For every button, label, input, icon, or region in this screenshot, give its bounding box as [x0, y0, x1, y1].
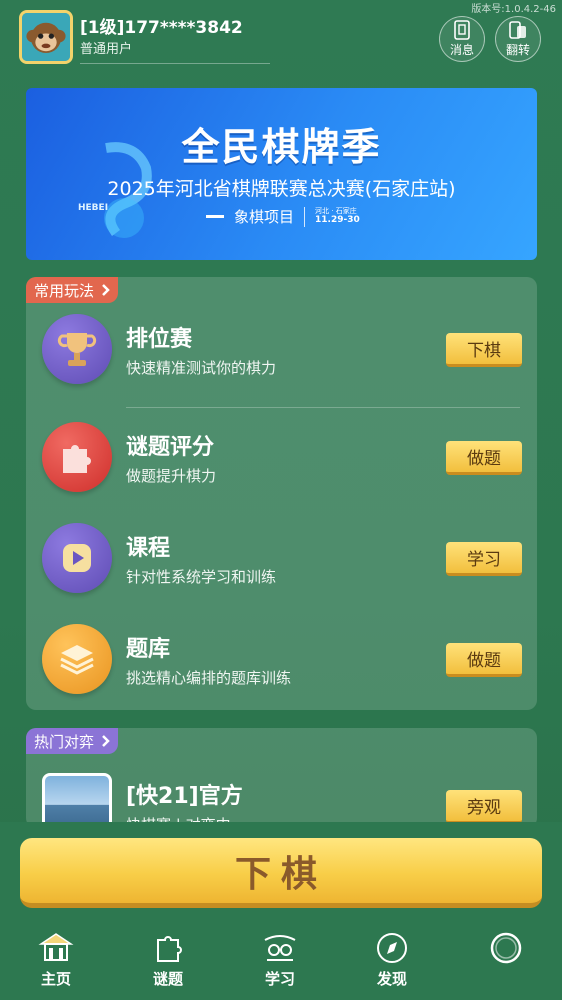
flip-label: 翻转	[505, 43, 530, 57]
play-glyph	[63, 544, 91, 572]
promo-banner[interactable]: HEBEI 全民棋牌季 2025年河北省棋牌联赛总决赛(石家庄站) 象棋项目 河…	[26, 88, 537, 260]
banner-tag-name: 象棋项目	[234, 208, 295, 226]
hot-game-title: [快21]官方	[126, 784, 243, 809]
banner-location: 河北 · 石家庄	[315, 206, 357, 215]
tab-study-label: 学习	[264, 970, 295, 988]
mode-title: 排位赛	[126, 327, 193, 352]
tab-home[interactable]: 主页	[21, 930, 91, 998]
common-modes-label: 常用玩法	[34, 281, 95, 300]
mode-row-course[interactable]: 课程 针对性系统学习和训练 学习	[26, 508, 537, 608]
mode-title: 谜题评分	[126, 435, 215, 460]
layers-glyph	[60, 645, 94, 675]
tab-home-label: 主页	[40, 970, 71, 988]
mode-desc: 快速精准测试你的棋力	[126, 359, 277, 377]
question-bank-button[interactable]: 做题	[446, 643, 522, 677]
trophy-glyph	[57, 333, 97, 366]
spectate-button[interactable]: 旁观	[446, 790, 522, 824]
banner-dates: 11.29-30	[315, 215, 360, 226]
play-icon	[42, 523, 112, 593]
banner-separator	[304, 206, 306, 227]
banner-tag: 象棋项目 河北 · 石家庄 11.29-30	[206, 206, 360, 227]
banner-dates-block: 河北 · 石家庄 11.29-30	[315, 206, 360, 226]
tab-discover[interactable]: 发现	[357, 930, 427, 998]
study-icon	[264, 935, 296, 961]
mode-row-ranked[interactable]: 排位赛 快速精准测试你的棋力 下棋	[26, 299, 537, 399]
user-role: 普通用户	[80, 42, 133, 57]
tab-bar: 主页 谜题 学习 发现	[0, 930, 562, 1000]
header: [1级]177****3842 普通用户 消息 翻转	[0, 8, 562, 68]
header-divider	[80, 63, 270, 64]
play-ranked-button[interactable]: 下棋	[446, 333, 522, 367]
banner-dash	[206, 215, 224, 218]
layers-icon	[42, 624, 112, 694]
monkey-avatar-icon	[22, 13, 70, 61]
mode-title: 课程	[126, 536, 171, 561]
mode-desc: 针对性系统学习和训练	[126, 568, 277, 586]
tab-puzzle-label: 谜题	[152, 970, 183, 988]
common-modes-card: 常用玩法 排位赛 快速精准测试你的棋力 下棋 谜题评分 做题提升棋力 做题 课程…	[26, 277, 537, 710]
message-icon	[454, 20, 470, 40]
flip-button[interactable]: 翻转	[495, 16, 541, 62]
puzzle-icon	[42, 422, 112, 492]
chevron-right-icon	[102, 284, 110, 296]
main-play-button[interactable]: 下棋	[20, 838, 542, 908]
tab-profile[interactable]	[471, 930, 541, 998]
puzzle-glyph	[63, 445, 91, 473]
banner-subtitle: 2025年河北省棋牌联赛总决赛(石家庄站)	[107, 178, 456, 200]
message-button[interactable]: 消息	[439, 16, 485, 62]
study-button[interactable]: 学习	[446, 542, 522, 576]
hot-game-row[interactable]: [快21]官方 快棋赛 | 对弈中 旁观	[26, 728, 537, 834]
mode-desc: 做题提升棋力	[126, 467, 217, 485]
tab-discover-label: 发现	[376, 970, 407, 988]
game-thumbnail	[42, 773, 112, 828]
tab-puzzle[interactable]: 谜题	[133, 930, 203, 998]
avatar[interactable]	[19, 10, 73, 64]
mode-title: 题库	[126, 637, 171, 662]
message-label: 消息	[449, 43, 474, 57]
trophy-icon	[42, 314, 112, 384]
flip-icon	[509, 21, 526, 39]
solve-puzzle-button[interactable]: 做题	[446, 441, 522, 475]
compass-icon	[377, 933, 407, 963]
banner-title: 全民棋牌季	[181, 125, 382, 169]
mode-desc: 挑选精心编排的题库训练	[126, 669, 292, 687]
banner-deco-text: HEBEI	[78, 203, 109, 213]
mode-row-question-bank[interactable]: 题库 挑选精心编排的题库训练 做题	[26, 609, 537, 709]
puzzle-tab-icon	[157, 936, 182, 962]
mode-row-puzzle-rating[interactable]: 谜题评分 做题提升棋力 做题	[26, 407, 537, 507]
profile-ring-icon	[490, 932, 522, 964]
tab-study[interactable]: 学习	[245, 930, 315, 998]
user-name: [1级]177****3842	[80, 18, 243, 38]
hot-games-card: 热门对弈 [快21]官方 快棋赛 | 对弈中 旁观	[26, 728, 537, 834]
home-icon	[38, 933, 74, 961]
